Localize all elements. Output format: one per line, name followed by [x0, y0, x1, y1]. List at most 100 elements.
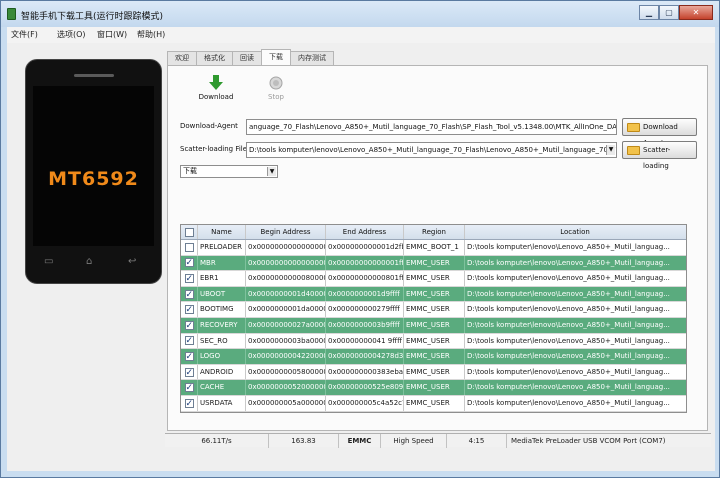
row-checkbox-cell[interactable] [181, 302, 198, 317]
scatter-button[interactable]: Scatter-loading [622, 141, 697, 170]
status-usb-speed: High Speed [381, 434, 447, 448]
download-button[interactable]: Download [186, 74, 246, 108]
tab-download[interactable]: 下载 [261, 49, 291, 65]
row-checkbox[interactable] [184, 303, 194, 317]
download-agent-label: Download-Agent [180, 122, 238, 130]
cell-name: BOOTIMG [198, 302, 246, 317]
stop-button[interactable]: Stop [246, 74, 306, 108]
cell-name: LOGO [198, 349, 246, 364]
table-header: Name Begin Address End Address Region Lo… [181, 225, 686, 240]
title-bar[interactable]: 智能手机下载工具(运行时跟踪模式) ▁ ▢ ✕ [1, 1, 719, 27]
cell-name: EBR1 [198, 271, 246, 286]
column-header-region[interactable]: Region [404, 225, 465, 239]
table-row[interactable]: BOOTIMG0x0000000001da00000x000000000279f… [181, 302, 686, 318]
menu-help[interactable]: 帮助(H) [137, 29, 165, 40]
row-checkbox-cell[interactable] [181, 240, 198, 255]
column-header-end[interactable]: End Address [326, 225, 404, 239]
row-checkbox-cell[interactable] [181, 255, 198, 271]
client-area: MT6592 ▭ ⌂ ↩ 欢迎 格式化 回读 下载 内存测试 Download … [7, 43, 715, 471]
row-checkbox[interactable] [184, 242, 194, 252]
cell-region: EMMC_USER [404, 302, 465, 317]
cell-end: 0x000000000279ffff [326, 302, 404, 317]
column-header-begin[interactable]: Begin Address [246, 225, 326, 239]
table-row[interactable]: CACHE0x00000000520000000x00000000525e809… [181, 380, 686, 396]
cell-begin: 0x0000000004220000 [246, 349, 326, 364]
tab-readback[interactable]: 回读 [232, 51, 262, 65]
toolbar: Download Stop [186, 74, 306, 108]
table-row[interactable]: UBOOT0x0000000001d400000x0000000001d9fff… [181, 286, 686, 303]
menu-file[interactable]: 文件(F) [11, 29, 38, 40]
table-row[interactable]: USRDATA0x000000005a0000000x000000005c4a5… [181, 395, 686, 412]
table-row[interactable]: SEC_RO0x0000000003ba00000x00000000041 9f… [181, 333, 686, 350]
status-bar: 66.11T/s 163.83 EMMC High Speed 4:15 Med… [165, 433, 711, 448]
cell-location: D:\tools komputer\lenovo\Lenovo_A850+_Mu… [467, 352, 670, 361]
download-arrow-icon [186, 74, 246, 92]
partition-table: Name Begin Address End Address Region Lo… [180, 224, 687, 413]
minimize-button[interactable]: ▁ [639, 5, 659, 20]
menu-options[interactable]: 选项(O) [57, 29, 86, 40]
row-checkbox-cell[interactable] [181, 349, 198, 364]
menu-window[interactable]: 窗口(W) [97, 29, 127, 40]
download-agent-field[interactable]: anguage_70_Flash\Lenovo_A850+_Mutil_lang… [246, 119, 617, 135]
cell-begin: 0x000000005a000000 [246, 395, 326, 411]
cell-name: CACHE [198, 380, 246, 395]
tab-memory-test[interactable]: 内存测试 [290, 51, 334, 65]
row-checkbox[interactable] [184, 319, 194, 333]
row-checkbox[interactable] [184, 397, 194, 411]
chevron-down-icon[interactable]: ▼ [606, 145, 615, 155]
select-all-checkbox[interactable] [184, 227, 194, 237]
cell-begin: 0x00000000027a0000 [246, 317, 326, 333]
cell-region: EMMC_USER [404, 395, 465, 411]
row-checkbox[interactable] [184, 256, 194, 270]
column-header-location[interactable]: Location [465, 225, 685, 239]
table-row[interactable]: EBR10x00000000000800000x00000000000801ff… [181, 271, 686, 287]
status-speed: 66.11T/s [165, 434, 269, 448]
home-key-icon: ⌂ [86, 256, 93, 267]
table-row[interactable]: PRELOADER 0x0000000000000000 0x00000000000… [181, 240, 686, 256]
cell-region: EMMC_USER [404, 286, 465, 302]
phone-image: MT6592 ▭ ⌂ ↩ [25, 59, 162, 284]
row-checkbox[interactable] [184, 350, 194, 364]
row-checkbox[interactable] [184, 381, 194, 395]
menu-bar: 文件(F) 选项(O) 窗口(W) 帮助(H) [7, 27, 715, 43]
row-checkbox[interactable] [184, 366, 194, 379]
table-row[interactable]: LOGO0x00000000042200000x0000000004278d37… [181, 349, 686, 365]
folder-icon [627, 146, 640, 155]
row-checkbox-cell[interactable] [181, 317, 198, 333]
row-checkbox-cell[interactable] [181, 395, 198, 411]
cell-location: D:\tools komputer\lenovo\Lenovo_A850+_Mu… [467, 383, 670, 392]
phone-keys: ▭ ⌂ ↩ [26, 256, 161, 270]
cell-region: EMMC_USER [404, 380, 465, 395]
cell-location: D:\tools komputer\lenovo\Lenovo_A850+_Mu… [467, 274, 670, 283]
scatter-field[interactable]: D:\tools komputer\lenovo\Lenovo_A850+_Mu… [246, 142, 617, 158]
row-checkbox-cell[interactable] [181, 271, 198, 286]
cell-end: 0x00000000041 9ffff [326, 333, 404, 349]
select-all-checkbox-cell[interactable] [181, 225, 198, 239]
stop-icon [246, 74, 306, 92]
cell-location: D:\tools komputer\lenovo\Lenovo_A850+_Mu… [467, 320, 670, 329]
chevron-down-icon[interactable]: ▼ [267, 167, 276, 176]
tab-welcome[interactable]: 欢迎 [167, 51, 197, 65]
row-checkbox[interactable] [184, 334, 194, 348]
tab-format[interactable]: 格式化 [196, 51, 233, 65]
cell-end: 0x0000000003b9ffff [326, 317, 404, 333]
row-checkbox-cell[interactable] [181, 364, 198, 380]
cell-begin: 0x0000000001d40000 [246, 286, 326, 302]
maximize-button[interactable]: ▢ [659, 5, 679, 20]
table-row[interactable]: ANDROID0x00000000058000000x000000000383e… [181, 364, 686, 381]
row-checkbox-cell[interactable] [181, 380, 198, 395]
cell-end: 0x000000000001d2fb [326, 240, 404, 255]
status-time: 4:15 [447, 434, 507, 448]
table-row[interactable]: RECOVERY0x00000000027a00000x0000000003b9… [181, 317, 686, 334]
download-agent-button[interactable]: Download Agent [622, 118, 697, 147]
row-checkbox[interactable] [184, 272, 194, 286]
cell-end: 0x00000000525e8093 [326, 380, 404, 395]
row-checkbox-cell[interactable] [181, 333, 198, 349]
scatter-button-label: Scatter-loading [643, 146, 671, 170]
row-checkbox-cell[interactable] [181, 286, 198, 302]
table-row[interactable]: MBR0x00000000000000000x00000000000001ffE… [181, 255, 686, 272]
mode-select[interactable]: 下载 ▼ [180, 165, 278, 178]
row-checkbox[interactable] [184, 288, 194, 301]
close-button[interactable]: ✕ [679, 5, 713, 20]
column-header-name[interactable]: Name [198, 225, 246, 239]
